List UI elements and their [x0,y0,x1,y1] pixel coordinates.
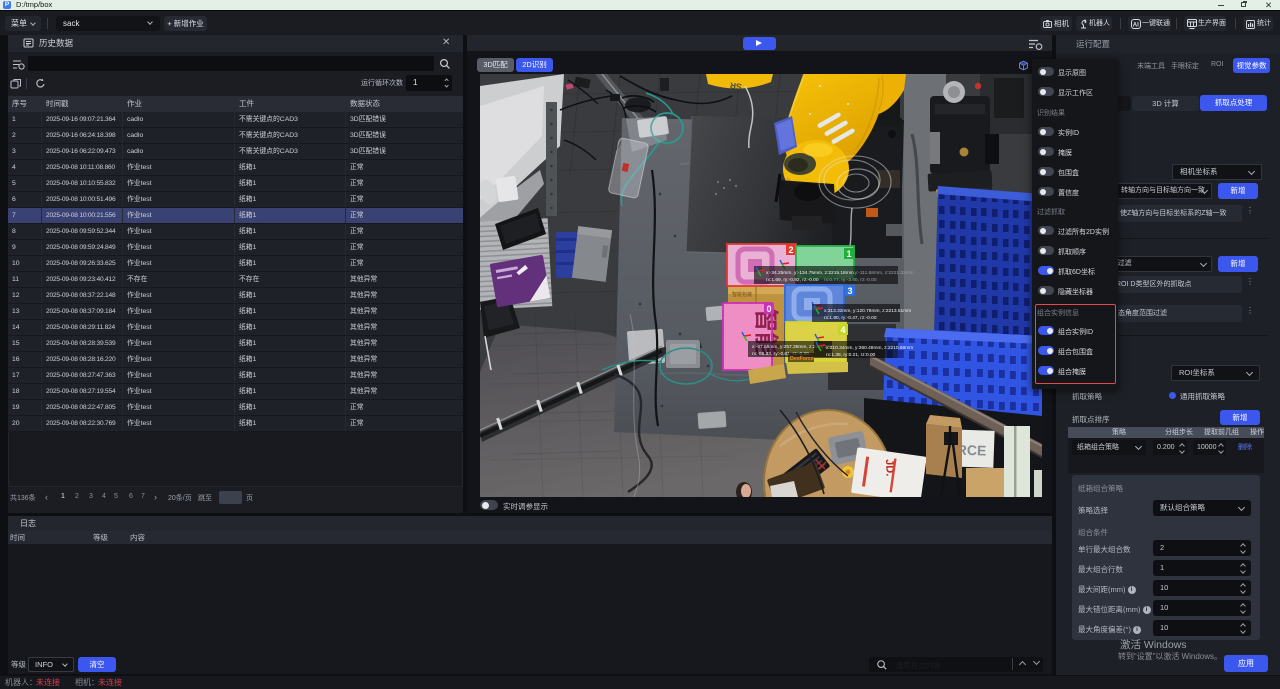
svg-text:智能包装: 智能包装 [732,291,752,298]
svg-text:2: 2 [789,245,794,255]
svg-text:rx:1.69, ry:-0.92, rz:-0.00: rx:1.69, ry:-0.92, rz:-0.00 [766,277,819,283]
svg-text:SR: SR [729,81,742,92]
svg-text:rx:1.90, ry:-0.47, rz:-0.00: rx:1.90, ry:-0.47, rz:-0.00 [824,315,877,321]
svg-text:4: 4 [841,325,846,335]
svg-text:x:310.34mm, y:360.48mm, z:2210: x:310.34mm, y:360.48mm, z:2210.68mm [826,345,913,351]
svg-text:0: 0 [767,304,772,314]
svg-text:AI: AI [1133,22,1139,28]
svg-text:rx:0.77, ry:-3.40, rz:-0.00: rx:0.77, ry:-3.40, rz:-0.00 [824,277,877,283]
svg-text:x:313.32mm, y:120.78mm, z:2213: x:313.32mm, y:120.78mm, z:2213.51mm [824,308,911,314]
svg-text:3: 3 [848,286,853,296]
svg-text:DexForce: DexForce [790,356,814,362]
svg-text:rx:1.38, ry:0.21, rz:0.00: rx:1.38, ry:0.21, rz:0.00 [826,352,876,358]
svg-text:x:-34.25mm, y:-134.75mm, z:221: x:-34.25mm, y:-134.75mm, z:2215.18mm [766,270,854,276]
svg-text:, y:-111.68mm, z:2221.32mm: , y:-111.68mm, z:2221.32mm [852,270,914,276]
svg-text:1: 1 [847,249,852,259]
